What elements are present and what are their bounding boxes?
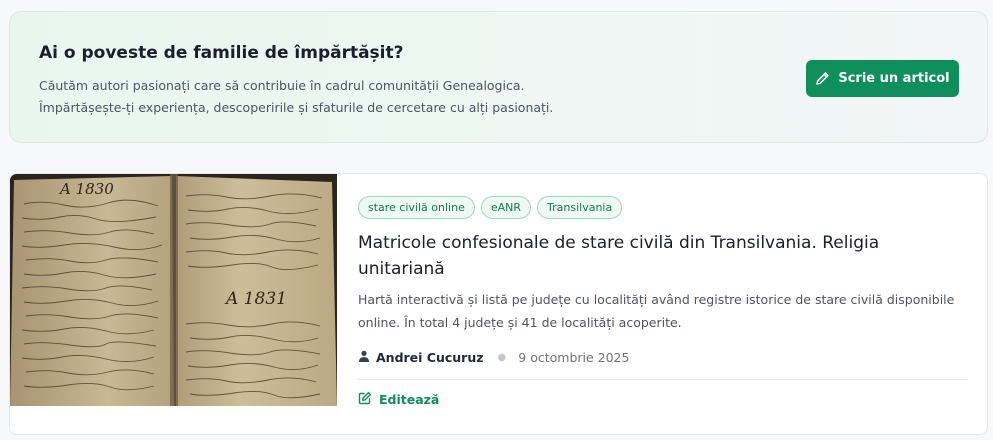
article-title[interactable]: Matricole confesionale de stare civilă d…: [358, 230, 918, 282]
author-name[interactable]: Andrei Cucuruz: [376, 350, 484, 365]
banner-description-line: Împărtășește-ți experiența, descoperiril…: [39, 100, 554, 115]
write-article-label: Scrie un articol: [838, 71, 950, 86]
edit-label: Editează: [379, 392, 440, 407]
publish-date: 9 octombrie 2025: [518, 350, 630, 365]
tag-list: stare civilă online eANR Transilvania: [358, 196, 623, 219]
banner-description-line: Căutăm autori pasionați care să contribu…: [39, 78, 525, 93]
tag-stare-civila-online[interactable]: stare civilă online: [358, 196, 475, 219]
divider: [358, 379, 968, 380]
article-card: A 1830 A 1831 stare civilă online eANR T…: [9, 173, 988, 435]
meta-separator: ●: [497, 352, 507, 363]
banner-title: Ai o poveste de familie de împărtășit?: [39, 43, 404, 63]
write-article-button[interactable]: Scrie un articol: [806, 60, 959, 97]
article-meta: Andrei Cucuruz ● 9 octombrie 2025: [358, 350, 629, 365]
contribute-banner: Ai o poveste de familie de împărtășit? C…: [9, 11, 988, 143]
image-heading-1830: A 1830: [58, 180, 114, 198]
image-heading-1831: A 1831: [224, 289, 287, 309]
article-excerpt: Hartă interactivă și listă pe județe cu …: [358, 292, 955, 330]
pencil-icon: [815, 71, 830, 86]
edit-link[interactable]: Editează: [358, 391, 439, 408]
banner-description: Căutăm autori pasionați care să contribu…: [39, 75, 553, 119]
edit-icon: [358, 391, 372, 408]
person-icon: [358, 350, 370, 365]
tag-eanr[interactable]: eANR: [480, 196, 532, 219]
tag-transilvania[interactable]: Transilvania: [537, 196, 623, 219]
article-thumbnail[interactable]: A 1830 A 1831: [10, 174, 337, 406]
